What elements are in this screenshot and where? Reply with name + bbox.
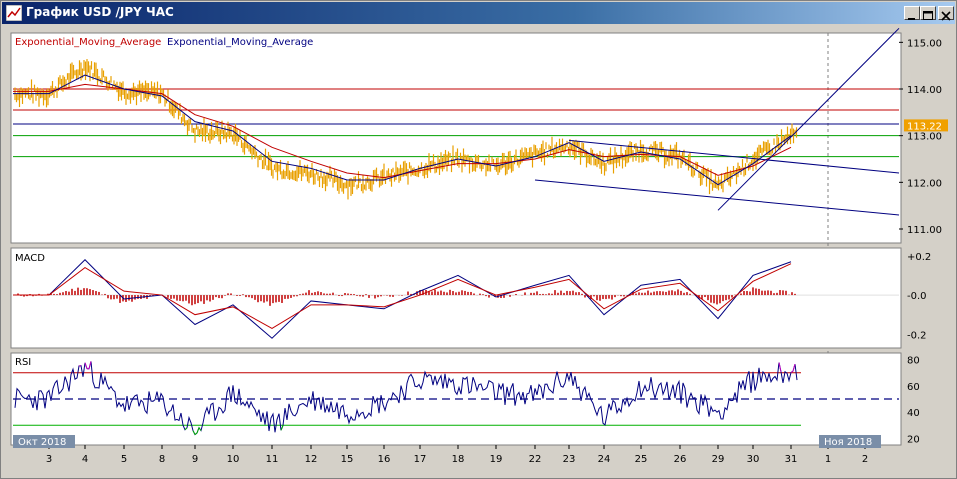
title-bar[interactable]: График USD /JPY ЧАС (2, 2, 955, 24)
time-tick-label: 5 (121, 454, 127, 465)
macd-tick-label: -0.2 (907, 330, 927, 341)
price-tick-label: 112.00 (907, 178, 942, 189)
rsi-label: RSI (15, 357, 31, 368)
minimize-button[interactable] (904, 6, 920, 20)
time-tick-label: 19 (490, 454, 503, 465)
time-tick-label: 9 (192, 454, 198, 465)
minimize-icon (908, 18, 915, 20)
month-label-right: Ноя 2018 (824, 437, 872, 448)
time-tick-label: 31 (785, 454, 798, 465)
macd-tick-label: +0.2 (907, 252, 931, 263)
price-tick-label: 115.00 (907, 38, 942, 49)
time-tick-label: 3 (46, 454, 52, 465)
close-button[interactable] (938, 6, 954, 21)
current-price-label: 113.22 (907, 121, 942, 132)
maximize-button[interactable] (920, 6, 936, 20)
maximize-icon (923, 11, 933, 20)
time-tick-label: 24 (598, 454, 611, 465)
rsi-tick-label: 60 (907, 382, 920, 393)
time-tick-label: 16 (378, 454, 391, 465)
rsi-tick-label: 40 (907, 408, 920, 419)
price-tick-label: 111.00 (907, 225, 942, 236)
time-tick-label: 30 (747, 454, 760, 465)
time-tick-label: 25 (635, 454, 648, 465)
time-tick-label: 4 (82, 454, 88, 465)
time-tick-label: 8 (159, 454, 165, 465)
time-tick-label: 11 (266, 454, 279, 465)
time-tick-label: 26 (674, 454, 687, 465)
macd-label: MACD (15, 253, 45, 264)
time-tick-label: 2 (862, 454, 868, 465)
time-tick-label: 1 (825, 454, 831, 465)
close-icon (941, 11, 951, 21)
chart-icon (6, 5, 22, 21)
price-panel (10, 32, 902, 244)
time-tick-label: 18 (452, 454, 465, 465)
time-tick-label: 17 (414, 454, 427, 465)
time-tick-label: 15 (341, 454, 354, 465)
time-tick-label: 22 (529, 454, 542, 465)
chart-window: График USD /JPY ЧАС Exponential_Moving_A… (0, 0, 957, 479)
rsi-tick-label: 20 (907, 434, 920, 445)
legend-ema-navy: Exponential_Moving_Average (167, 37, 313, 48)
time-tick-label: 23 (563, 454, 576, 465)
time-tick-label: 29 (712, 454, 725, 465)
time-tick-label: 12 (305, 454, 318, 465)
time-tick-label: 10 (227, 454, 240, 465)
month-label-left: Окт 2018 (18, 437, 66, 448)
price-tick-label: 113.00 (907, 132, 942, 143)
rsi-tick-label: 80 (907, 356, 920, 367)
legend-ema-red: Exponential_Moving_Average (15, 37, 161, 48)
chart-area: Exponential_Moving_Average Exponential_M… (10, 27, 948, 465)
macd-tick-label: -0.0 (907, 291, 927, 302)
window-title: График USD /JPY ЧАС (26, 5, 174, 19)
price-tick-label: 114.00 (907, 85, 942, 96)
